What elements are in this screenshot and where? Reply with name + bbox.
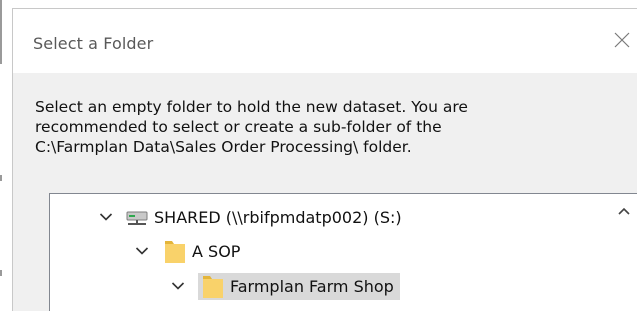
scroll-up-button[interactable] (610, 194, 637, 228)
folder-icon (164, 238, 186, 264)
background-window-edge (0, 0, 2, 64)
instruction-line: C:\Farmplan Data\Sales Order Processing\… (35, 138, 412, 156)
background-window-edge-mark (0, 270, 2, 276)
selected-item-highlight: Farmplan Farm Shop (198, 272, 400, 300)
dialog-instructions: Select an empty folder to hold the new d… (35, 97, 615, 157)
chevron-up-icon (618, 207, 630, 215)
page: Select a Folder Select an empty folder t… (0, 0, 637, 311)
tree-item-label: Farmplan Farm Shop (230, 276, 394, 296)
tree-item-farmplan-farm-shop[interactable]: Farmplan Farm Shop (168, 269, 400, 303)
close-icon (614, 32, 630, 48)
instruction-line: Select an empty folder to hold the new d… (35, 98, 468, 116)
chevron-down-icon[interactable] (132, 241, 152, 261)
background-window-edge-mark (0, 175, 2, 181)
tree-item-a-sop[interactable]: A SOP (132, 234, 246, 268)
tree-item-label: A SOP (192, 241, 241, 261)
folder-tree[interactable]: SHARED (\\rbifpmdatp002) (S:) A SOP Farm… (49, 193, 637, 311)
select-folder-dialog: Select a Folder Select an empty folder t… (12, 8, 637, 311)
tree-item-shared-drive[interactable]: SHARED (\\rbifpmdatp002) (S:) (96, 200, 408, 234)
dialog-titlebar: Select a Folder (13, 9, 637, 73)
folder-icon (202, 273, 224, 299)
close-button[interactable] (607, 19, 637, 63)
tree-item-label: SHARED (\\rbifpmdatp002) (S:) (154, 207, 402, 227)
chevron-down-icon[interactable] (96, 207, 116, 227)
network-drive-icon (126, 207, 148, 227)
dialog-title: Select a Folder (33, 34, 154, 53)
chevron-down-icon[interactable] (168, 276, 188, 296)
instruction-line: recommended to select or create a sub-fo… (35, 118, 442, 136)
